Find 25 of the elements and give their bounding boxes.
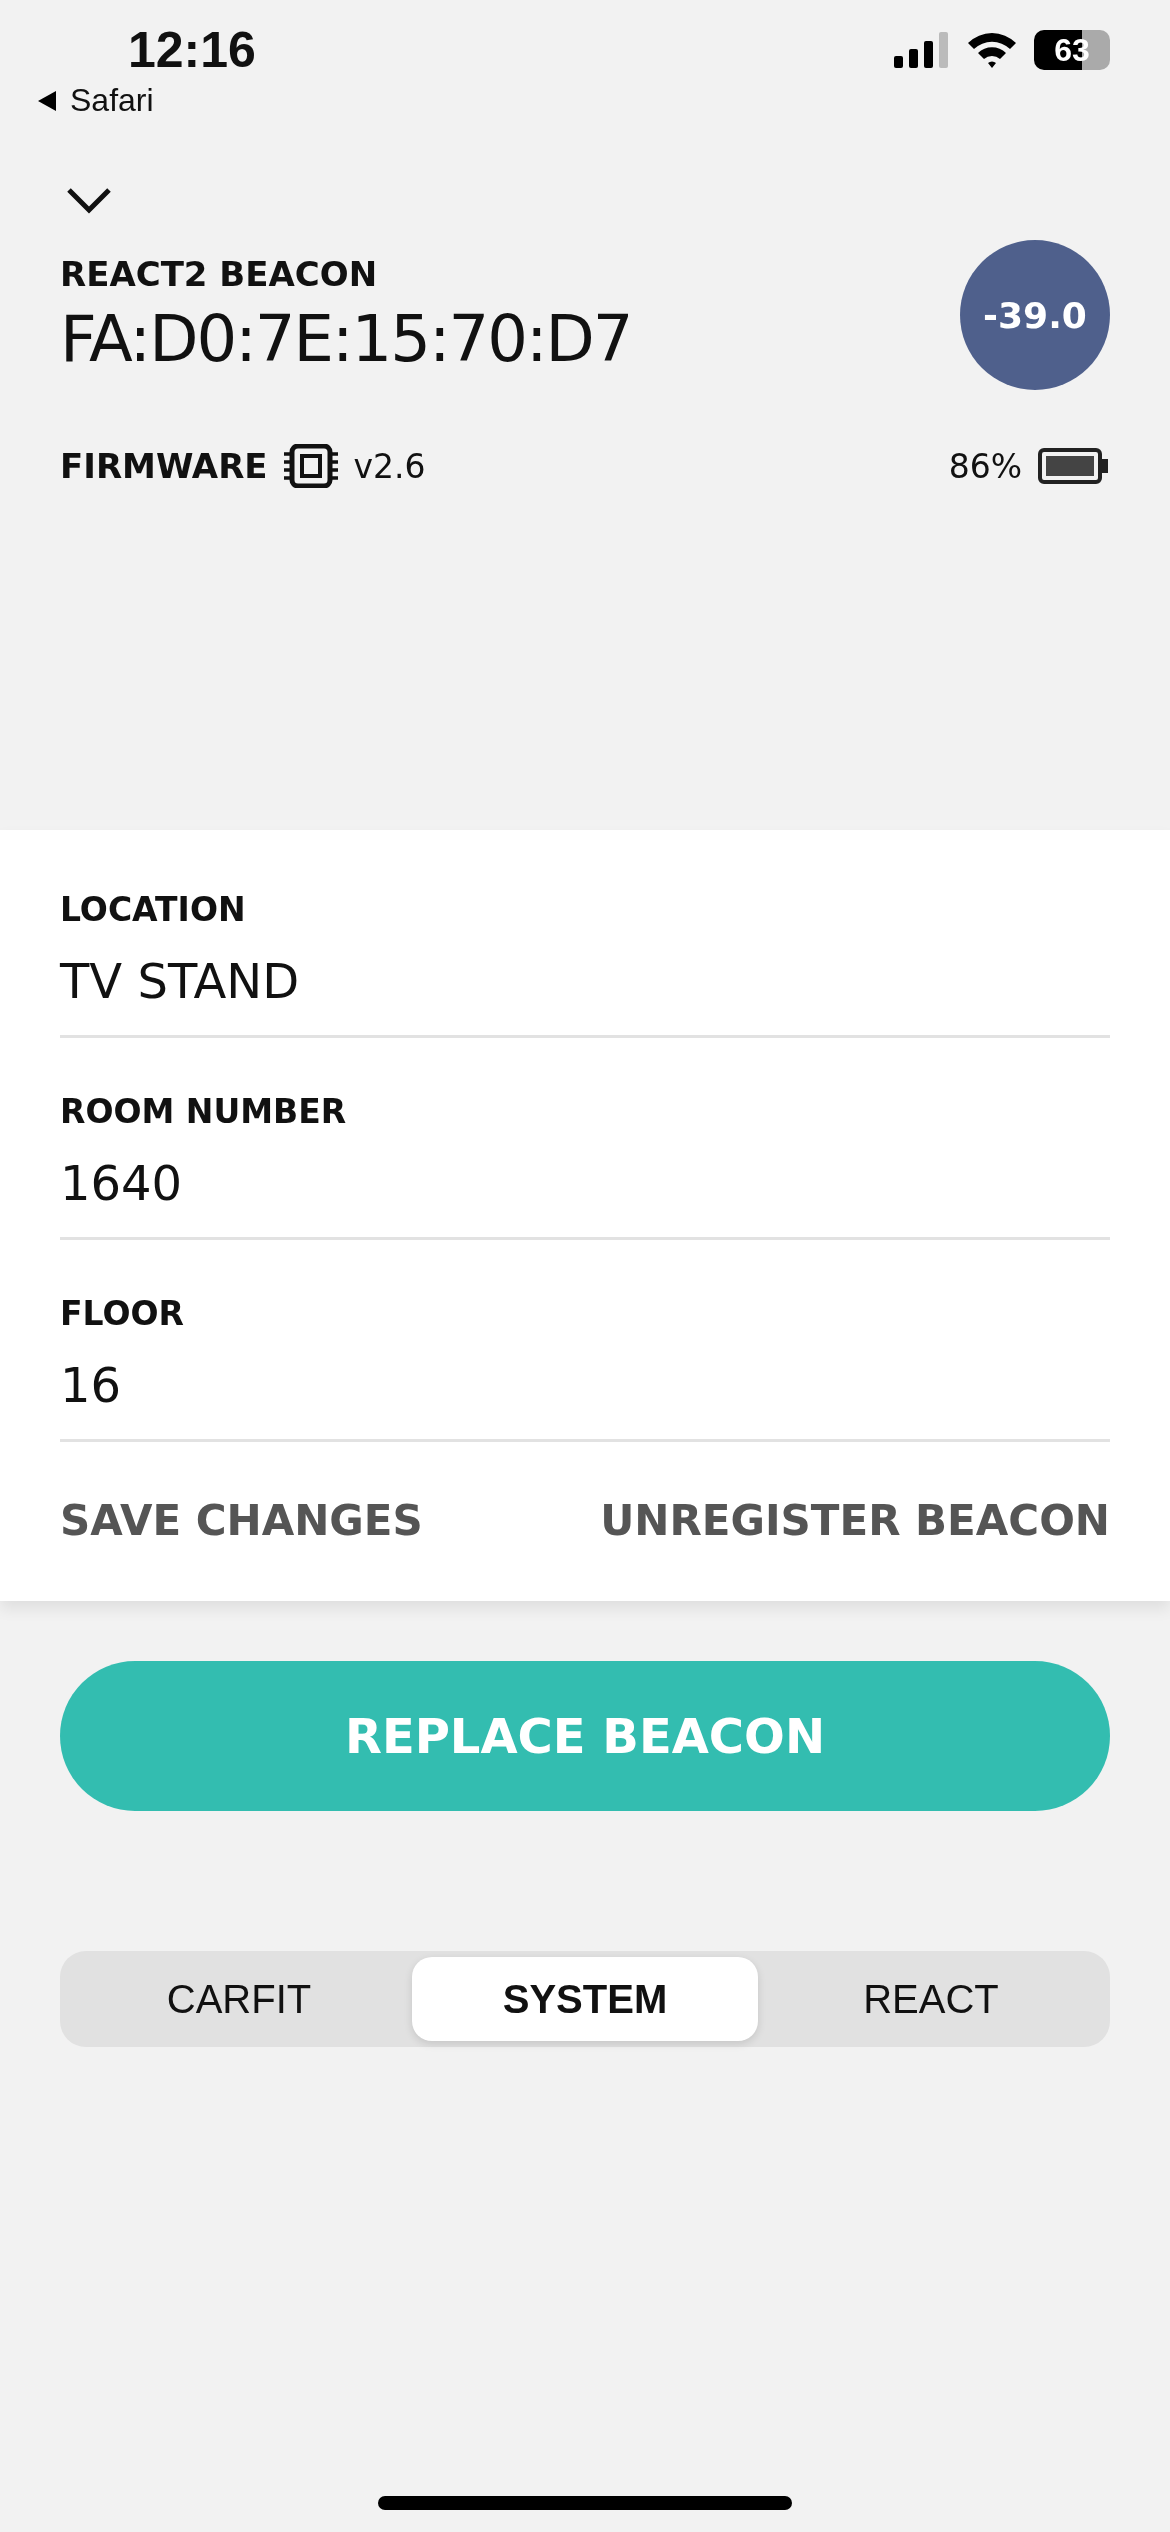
status-time: 12:16	[128, 22, 256, 78]
input-field[interactable]: TV STAND	[60, 929, 1110, 1038]
segment-tab[interactable]: REACT	[758, 1957, 1104, 2041]
action-button[interactable]: SAVE CHANGES	[60, 1496, 423, 1545]
beacon-address: FA:D0:7E:15:70:D7	[60, 302, 632, 376]
chevron-down-icon[interactable]	[66, 186, 112, 214]
beacon-type: REACT2 BEACON	[60, 254, 379, 294]
field-label: ROOM NUMBER	[60, 1092, 348, 1131]
wifi-icon	[966, 31, 1018, 69]
back-arrow-icon[interactable]	[36, 88, 58, 113]
signal-icon	[894, 32, 950, 68]
firmware-label: FIRMWARE	[60, 446, 268, 486]
firmware-version: v2.6	[353, 446, 426, 486]
input-field[interactable]: 16	[60, 1333, 1110, 1442]
input-field[interactable]: 1640	[60, 1131, 1110, 1240]
field-label: FLOOR	[60, 1294, 185, 1333]
field-label: LOCATION	[60, 890, 247, 929]
action-button[interactable]: UNREGISTER BEACON	[600, 1496, 1110, 1545]
battery-percentage: 86%	[948, 446, 1022, 486]
back-link[interactable]: Safari	[70, 82, 154, 119]
signal-badge: -39.0	[960, 240, 1110, 390]
segment-tab[interactable]: SYSTEM	[412, 1957, 758, 2041]
segment-tab[interactable]: CARFIT	[66, 1957, 412, 2041]
battery-icon	[1038, 448, 1110, 484]
chip-icon	[283, 444, 338, 488]
